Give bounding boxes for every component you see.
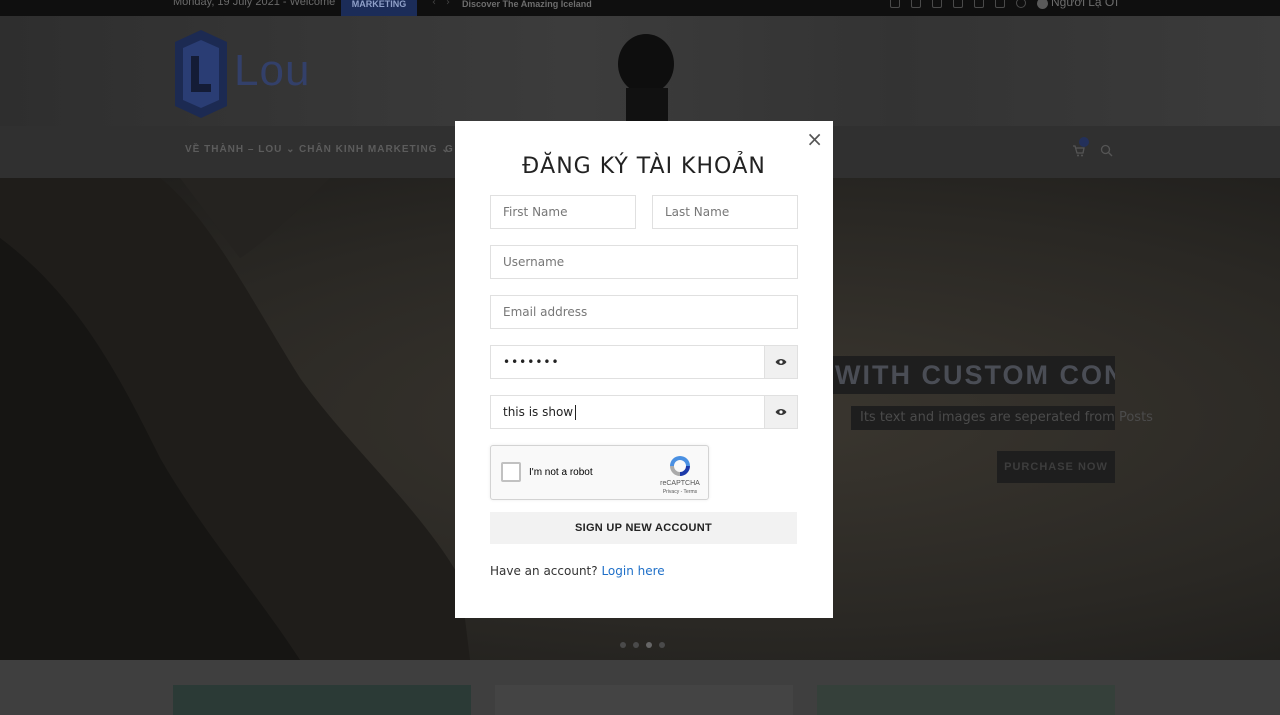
last-name-field[interactable]: Last Name	[652, 195, 798, 229]
site-header: Lou	[0, 16, 1280, 126]
login-prompt: Have an account? Login here	[490, 564, 665, 578]
featured-card-image[interactable]	[173, 685, 471, 715]
confirm-password-field[interactable]: this is show	[490, 395, 765, 429]
date-welcome: Monday, 19 July 2021 - Welcome	[173, 0, 336, 8]
user-icon[interactable]	[1037, 0, 1048, 9]
search-icon[interactable]	[1100, 144, 1113, 157]
chevron-right-icon[interactable]: ›	[446, 0, 450, 8]
category-tag[interactable]: MARKETING	[341, 0, 417, 16]
news-ticker[interactable]: Discover The Amazing Iceland	[462, 0, 592, 9]
chevron-left-icon[interactable]: ‹	[432, 0, 436, 8]
youtube-icon[interactable]	[974, 0, 984, 8]
slider-dot[interactable]	[659, 642, 665, 648]
header-person-image	[618, 34, 674, 126]
slider-dot[interactable]	[633, 642, 639, 648]
modal-title: ĐĂNG KÝ TÀI KHOẢN	[522, 154, 766, 179]
have-account-text: Have an account?	[490, 564, 598, 578]
signup-modal: × ĐĂNG KÝ TÀI KHOẢN First Name Last Name…	[455, 121, 833, 618]
text-caret	[575, 405, 577, 420]
login-link[interactable]: Login here	[601, 564, 664, 578]
top-bar: Monday, 19 July 2021 - Welcome MARKETING…	[0, 0, 1280, 16]
recaptcha-label: I'm not a robot	[529, 467, 593, 478]
password-field[interactable]: •••••••	[490, 345, 765, 379]
nav-item-more[interactable]: G	[445, 144, 454, 155]
recaptcha-checkbox[interactable]	[501, 462, 521, 482]
featured-card-image[interactable]	[495, 685, 793, 715]
logo-text[interactable]: Lou	[234, 46, 310, 96]
username-field[interactable]: Username	[490, 245, 798, 279]
flickr-icon[interactable]	[953, 0, 963, 8]
user-name[interactable]: Người Lạ Ơi	[1051, 0, 1118, 9]
recaptcha-brand: reCAPTCHA	[660, 480, 700, 487]
hero-subtext: Its text and images are seperated from P…	[851, 406, 1153, 430]
slider-dot-active[interactable]	[646, 642, 652, 648]
signup-button[interactable]: SIGN UP NEW ACCOUNT	[490, 512, 797, 544]
featured-card-image[interactable]	[817, 685, 1115, 715]
featured-section	[0, 660, 1280, 715]
nav-item-about[interactable]: VỀ THÀNH – LOU ⌄	[185, 144, 296, 155]
first-name-field[interactable]: First Name	[490, 195, 636, 229]
instagram-icon[interactable]	[911, 0, 921, 8]
close-icon[interactable]: ×	[806, 129, 823, 149]
cart-count-badge	[1079, 137, 1089, 147]
recaptcha-icon	[670, 456, 690, 476]
facebook-icon[interactable]	[890, 0, 900, 8]
linkedin-icon[interactable]	[932, 0, 942, 8]
recaptcha-widget: I'm not a robot reCAPTCHA Privacy - Term…	[490, 445, 709, 500]
mail-icon[interactable]	[995, 0, 1005, 8]
slider-dots	[620, 633, 672, 652]
logo-icon[interactable]	[175, 30, 227, 118]
email-field[interactable]: Email address	[490, 295, 798, 329]
hero-headline: K WITH CUSTOM CONTENT	[798, 356, 1115, 394]
slider-dot[interactable]	[620, 642, 626, 648]
recaptcha-links[interactable]: Privacy - Terms	[651, 489, 709, 495]
nav-item-marketing[interactable]: CHÂN KINH MARKETING ⌄	[299, 144, 451, 155]
settings-icon[interactable]	[1016, 0, 1026, 8]
eye-icon[interactable]	[764, 345, 798, 379]
purchase-now-button[interactable]: PURCHASE NOW	[997, 451, 1115, 483]
eye-icon[interactable]	[764, 395, 798, 429]
